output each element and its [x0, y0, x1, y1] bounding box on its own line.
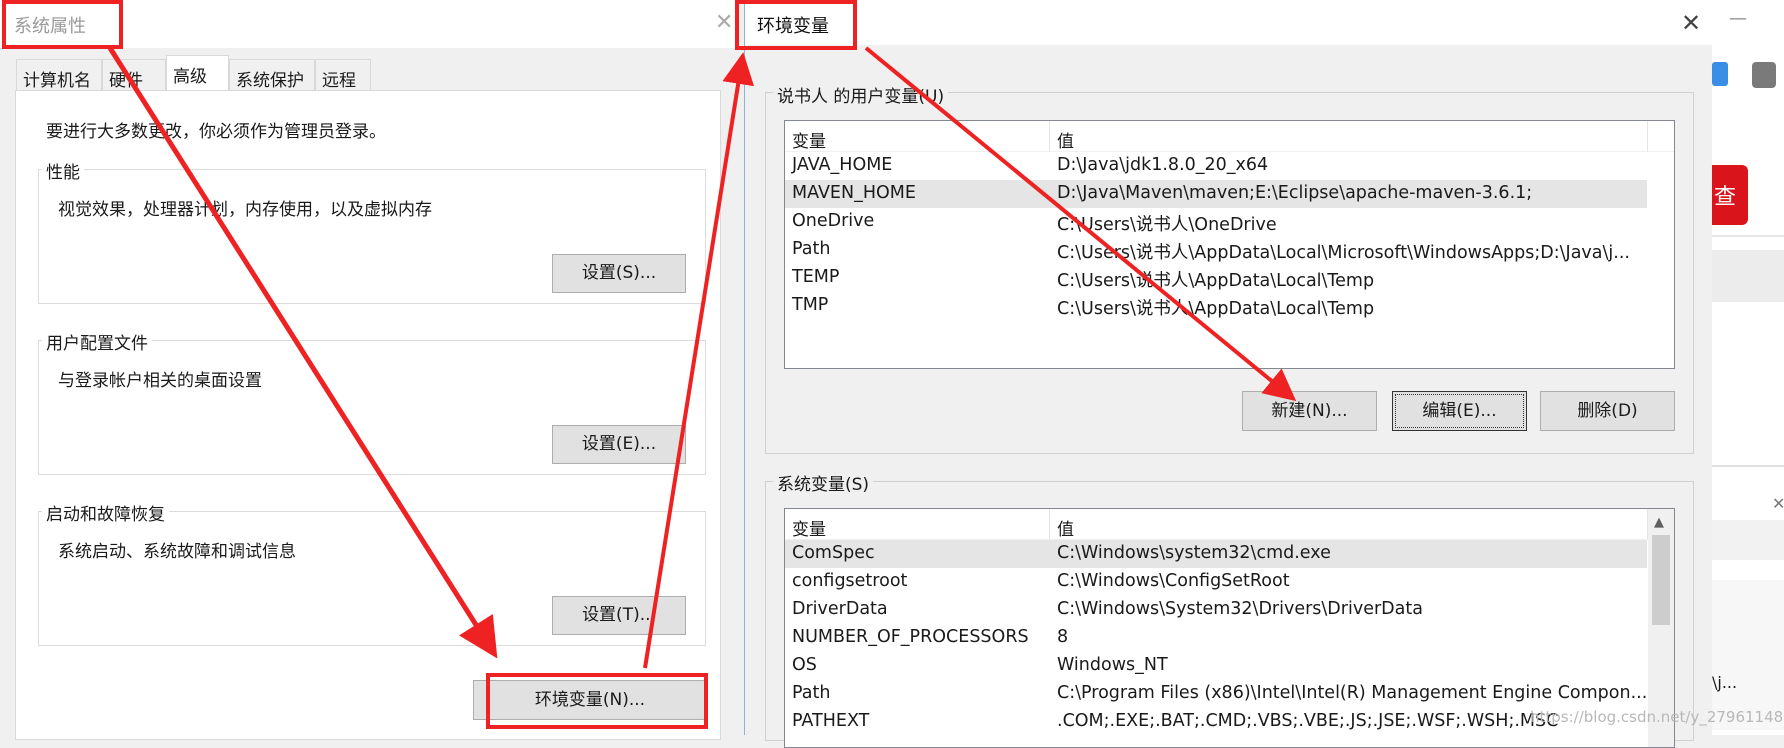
variable-name: TEMP: [792, 267, 840, 287]
table-row[interactable]: NUMBER_OF_PROCESSORS 8: [785, 624, 1647, 652]
new-variable-button[interactable]: 新建(N)...: [1242, 391, 1377, 431]
system-variables-label: 系统变量(S): [773, 470, 874, 495]
variable-name: PATHEXT: [792, 711, 870, 731]
path-fragment: \j...: [1712, 673, 1738, 692]
variable-name: JAVA_HOME: [792, 155, 893, 175]
list-header: 变量 值: [785, 121, 1674, 152]
variable-value: C:\Users\说书人\AppData\Local\Temp: [1057, 299, 1375, 319]
user-variables-list[interactable]: 变量 值 JAVA_HOME D:\Java\jdk1.8.0_20_x64 MA…: [784, 120, 1675, 369]
variable-value: C:\Windows\System32\Drivers\DriverData: [1057, 599, 1423, 619]
tab-remote[interactable]: 远程: [315, 59, 371, 91]
variable-name: DriverData: [792, 599, 888, 619]
tab-computer-name[interactable]: 计算机名: [16, 59, 102, 91]
column-header-value[interactable]: 值: [1057, 515, 1074, 540]
delete-variable-button[interactable]: 删除(D): [1540, 391, 1675, 431]
user-profile-description: 与登录帐户相关的桌面设置: [58, 371, 262, 391]
minimize-icon[interactable]: —: [1729, 8, 1747, 29]
app-icon[interactable]: [1712, 62, 1728, 86]
close-icon[interactable]: ✕: [715, 12, 733, 34]
annotation-box-env-button: [486, 673, 708, 729]
table-row[interactable]: PATHEXT .COM;.EXE;.BAT;.CMD;.VBS;.VBE;.JS…: [785, 708, 1647, 736]
badge-text: 查: [1714, 185, 1737, 210]
table-row[interactable]: Path C:\Program Files (x86)\Intel\Intel(R…: [785, 680, 1647, 708]
performance-label: 性能: [42, 158, 84, 183]
environment-variables-window: 环境变量 ✕ 说书人 的用户变量(U) 变量 值 JAVA_HOME D:\Jav…: [744, 0, 1713, 748]
divider: [1712, 235, 1784, 237]
column-separator: [1049, 121, 1050, 152]
tab-system-protection[interactable]: 系统保护: [229, 59, 315, 91]
variable-value: 8: [1057, 627, 1069, 647]
variable-value: Windows_NT: [1057, 655, 1168, 675]
variable-name: NUMBER_OF_PROCESSORS: [792, 627, 1029, 647]
background-panel: [1712, 250, 1784, 302]
variable-name: configsetroot: [792, 571, 908, 591]
startup-recovery-description: 系统启动、系统故障和调试信息: [58, 542, 296, 562]
variable-value: C:\Windows\ConfigSetRoot: [1057, 571, 1290, 591]
variable-name: TMP: [792, 295, 829, 315]
avatar[interactable]: [1752, 62, 1776, 88]
column-separator: [1049, 509, 1050, 540]
user-profile-label: 用户配置文件: [42, 329, 152, 354]
system-properties-window: 系统属性 ✕ 计算机名 硬件 高级 系统保护 远程 要进行大多数更改，你必须作为…: [0, 0, 735, 740]
advanced-tab-page: 要进行大多数更改，你必须作为管理员登录。 性能 视觉效果，处理器计划，内存使用，…: [15, 90, 721, 740]
background-window-strip: — 查 ✕ \j...: [1712, 0, 1784, 735]
tab-advanced[interactable]: 高级: [166, 55, 229, 91]
annotation-box-envvars-title: [735, 0, 857, 50]
column-header-variable[interactable]: 变量: [792, 127, 826, 152]
list-header: 变量 值: [785, 509, 1674, 540]
variable-value: C:\Users\说书人\AppData\Local\Temp: [1057, 271, 1375, 291]
red-badge-button[interactable]: 查: [1712, 165, 1748, 225]
performance-settings-button[interactable]: 设置(S)...: [552, 254, 686, 293]
table-row[interactable]: TMP C:\Users\说书人\AppData\Local\Temp: [785, 292, 1647, 320]
scroll-up-arrow-icon[interactable]: ▲: [1654, 515, 1664, 530]
watermark: https://blog.csdn.net/y_279611480: [1530, 708, 1784, 726]
performance-description: 视觉效果，处理器计划，内存使用，以及虚拟内存: [58, 200, 432, 220]
variable-name: OS: [792, 655, 817, 675]
table-row[interactable]: JAVA_HOME D:\Java\jdk1.8.0_20_x64: [785, 152, 1647, 180]
variable-value: C:\Program Files (x86)\Intel\Intel(R) Ma…: [1057, 683, 1648, 703]
variable-name: Path: [792, 239, 831, 259]
close-icon[interactable]: ✕: [1681, 11, 1701, 35]
close-icon[interactable]: ✕: [1772, 494, 1784, 513]
background-panel: [1712, 520, 1784, 560]
user-profile-settings-button[interactable]: 设置(E)...: [552, 425, 686, 464]
variable-name: Path: [792, 683, 831, 703]
scrollbar-thumb[interactable]: [1652, 535, 1670, 625]
annotation-box-sysprops-title: [2, 0, 123, 49]
table-row[interactable]: Path C:\Users\说书人\AppData\Local\Microsoft…: [785, 236, 1647, 264]
edit-variable-button[interactable]: 编辑(E)...: [1392, 391, 1527, 431]
variable-name: OneDrive: [792, 211, 875, 231]
variable-value: C:\Windows\system32\cmd.exe: [1057, 543, 1331, 563]
variable-value: C:\Users\说书人\AppData\Local\Microsoft\Win…: [1057, 243, 1630, 263]
admin-note: 要进行大多数更改，你必须作为管理员登录。: [46, 122, 386, 142]
table-row-selected[interactable]: MAVEN_HOME D:\Java\Maven\maven;E:\Eclipse…: [785, 180, 1647, 208]
column-separator: [1647, 121, 1648, 152]
title-bar: 环境变量 ✕: [745, 0, 1713, 45]
startup-recovery-settings-button[interactable]: 设置(T)...: [552, 596, 686, 635]
variable-value: D:\Java\Maven\maven;E:\Eclipse\apache-ma…: [1057, 183, 1533, 203]
table-row[interactable]: configsetroot C:\Windows\ConfigSetRoot: [785, 568, 1647, 596]
divider: [1712, 465, 1784, 467]
variable-name: MAVEN_HOME: [792, 183, 916, 203]
column-header-variable[interactable]: 变量: [792, 515, 826, 540]
column-header-value[interactable]: 值: [1057, 127, 1074, 152]
table-row-selected[interactable]: ComSpec C:\Windows\system32\cmd.exe: [785, 540, 1647, 568]
startup-recovery-label: 启动和故障恢复: [42, 500, 169, 525]
variable-name: ComSpec: [792, 543, 875, 563]
variable-value: C:\Users\说书人\OneDrive: [1057, 215, 1277, 235]
table-row[interactable]: DriverData C:\Windows\System32\Drivers\Dr…: [785, 596, 1647, 624]
tab-hardware[interactable]: 硬件: [102, 59, 166, 91]
table-row[interactable]: OS Windows_NT: [785, 652, 1647, 680]
table-row[interactable]: TEMP C:\Users\说书人\AppData\Local\Temp: [785, 264, 1647, 292]
table-row[interactable]: OneDrive C:\Users\说书人\OneDrive: [785, 208, 1647, 236]
user-variables-label: 说书人 的用户变量(U): [773, 82, 949, 107]
variable-value: D:\Java\jdk1.8.0_20_x64: [1057, 155, 1269, 175]
